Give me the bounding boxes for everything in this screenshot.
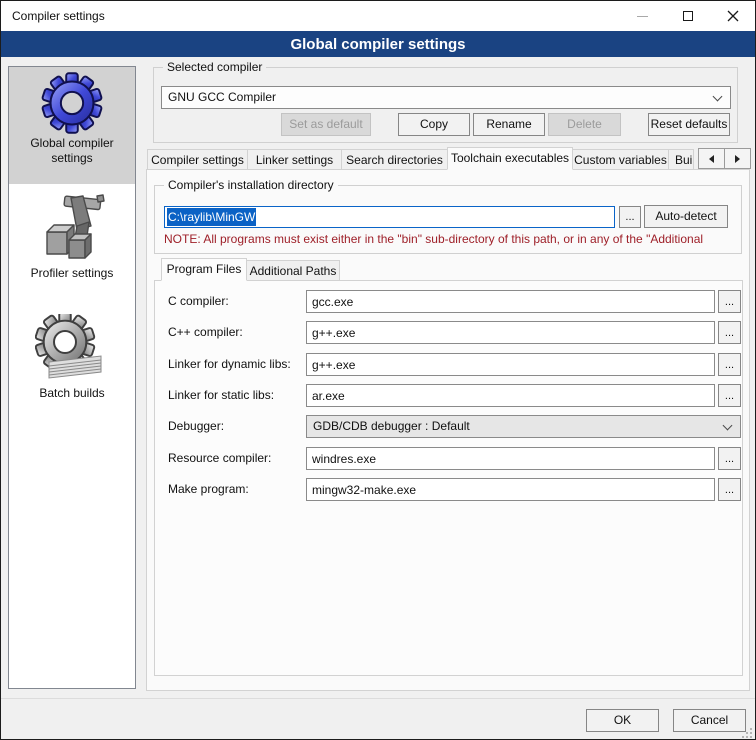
maximize-icon: [683, 11, 693, 21]
installation-directory-selected-text: C:\raylib\MinGW: [167, 208, 256, 226]
tab-scroll-buttons: [699, 148, 751, 169]
dialog-banner: Global compiler settings: [1, 31, 755, 57]
banner-title: Global compiler settings: [290, 36, 465, 53]
close-button[interactable]: [710, 1, 755, 31]
static-linker-label: Linker for static libs:: [168, 384, 274, 407]
sidebar-item-global-compiler-settings[interactable]: Global compiler settings: [9, 67, 135, 184]
chevron-down-icon: [713, 92, 723, 102]
dialog-footer: OK Cancel: [1, 698, 755, 740]
sidebar-item-profiler-settings[interactable]: Profiler settings: [9, 184, 135, 298]
tab-linker-settings[interactable]: Linker settings: [247, 149, 342, 170]
dynamic-linker-input[interactable]: [306, 353, 715, 376]
cpp-compiler-label: C++ compiler:: [168, 321, 243, 344]
c-compiler-label: C compiler:: [168, 290, 229, 313]
delete-button: Delete: [548, 113, 621, 136]
auto-detect-button[interactable]: Auto-detect: [644, 205, 728, 228]
minimize-button: [620, 1, 665, 31]
tab-scroll-right-button[interactable]: [724, 148, 751, 169]
tab-toolchain-executables[interactable]: Toolchain executables: [447, 147, 573, 170]
cancel-button[interactable]: Cancel: [673, 709, 746, 732]
resource-compiler-input[interactable]: [306, 447, 715, 470]
dynamic-linker-label: Linker for dynamic libs:: [168, 353, 291, 376]
make-program-input[interactable]: [306, 478, 715, 501]
installation-directory-browse-button[interactable]: ...: [619, 206, 641, 228]
dynamic-linker-browse-button[interactable]: ...: [718, 353, 741, 376]
debugger-label: Debugger:: [168, 415, 224, 438]
maximize-button[interactable]: [665, 1, 710, 31]
tab-search-directories[interactable]: Search directories: [341, 149, 448, 170]
program-tabs: Program Files Additional Paths: [161, 258, 339, 281]
c-compiler-input[interactable]: [306, 290, 715, 313]
sidebar-item-batch-builds[interactable]: Batch builds: [9, 298, 135, 401]
make-program-label: Make program:: [168, 478, 249, 501]
settings-category-list: Global compiler settings Profiler settin…: [8, 66, 136, 689]
installation-note: NOTE: All programs must exist either in …: [164, 232, 740, 247]
static-linker-input[interactable]: [306, 384, 715, 407]
caption-buttons: [620, 1, 755, 31]
compiler-select[interactable]: GNU GCC Compiler: [161, 86, 731, 109]
rename-button[interactable]: Rename: [473, 113, 545, 136]
ok-button[interactable]: OK: [586, 709, 659, 732]
compiler-select-value: GNU GCC Compiler: [168, 87, 706, 108]
tab-scroll-left-button[interactable]: [698, 148, 725, 169]
resize-grip[interactable]: [741, 727, 753, 739]
blue-gear-icon: [39, 70, 105, 136]
sidebar-item-label: Profiler settings: [13, 266, 131, 281]
caliper-icon: [37, 192, 107, 266]
resource-compiler-label: Resource compiler:: [168, 447, 271, 470]
installation-directory-input[interactable]: C:\raylib\MinGW: [164, 206, 615, 228]
make-program-browse-button[interactable]: ...: [718, 478, 741, 501]
debugger-select[interactable]: GDB/CDB debugger : Default: [306, 415, 741, 438]
tab-program-files[interactable]: Program Files: [161, 258, 247, 281]
compiler-settings-dialog: Compiler settings Global compiler settin…: [0, 0, 756, 740]
compiler-tabs: Compiler settings Linker settings Search…: [147, 147, 693, 170]
sidebar-item-label: Global compiler settings: [13, 136, 131, 166]
tab-additional-paths[interactable]: Additional Paths: [246, 260, 340, 281]
tab-build-options[interactable]: Build options: [668, 149, 694, 170]
arrow-right-icon: [735, 155, 740, 163]
selected-compiler-legend: Selected compiler: [163, 60, 266, 74]
window-title: Compiler settings: [12, 1, 105, 31]
tab-custom-variables[interactable]: Custom variables: [572, 149, 669, 170]
chevron-down-icon: [723, 421, 733, 431]
reset-defaults-button[interactable]: Reset defaults: [648, 113, 730, 136]
set-as-default-button: Set as default: [281, 113, 371, 136]
cpp-compiler-input[interactable]: [306, 321, 715, 344]
sidebar-item-label: Batch builds: [13, 386, 131, 401]
c-compiler-browse-button[interactable]: ...: [718, 290, 741, 313]
titlebar[interactable]: Compiler settings: [1, 1, 755, 31]
close-icon: [727, 10, 739, 22]
cpp-compiler-browse-button[interactable]: ...: [718, 321, 741, 344]
installation-directory-legend: Compiler's installation directory: [164, 178, 338, 192]
minimize-icon: [637, 16, 648, 17]
copy-button[interactable]: Copy: [398, 113, 470, 136]
arrow-left-icon: [709, 155, 714, 163]
debugger-select-value: GDB/CDB debugger : Default: [313, 416, 716, 437]
resource-compiler-browse-button[interactable]: ...: [718, 447, 741, 470]
tab-compiler-settings[interactable]: Compiler settings: [147, 149, 248, 170]
static-linker-browse-button[interactable]: ...: [718, 384, 741, 407]
gray-gear-stack-icon: [35, 314, 109, 386]
